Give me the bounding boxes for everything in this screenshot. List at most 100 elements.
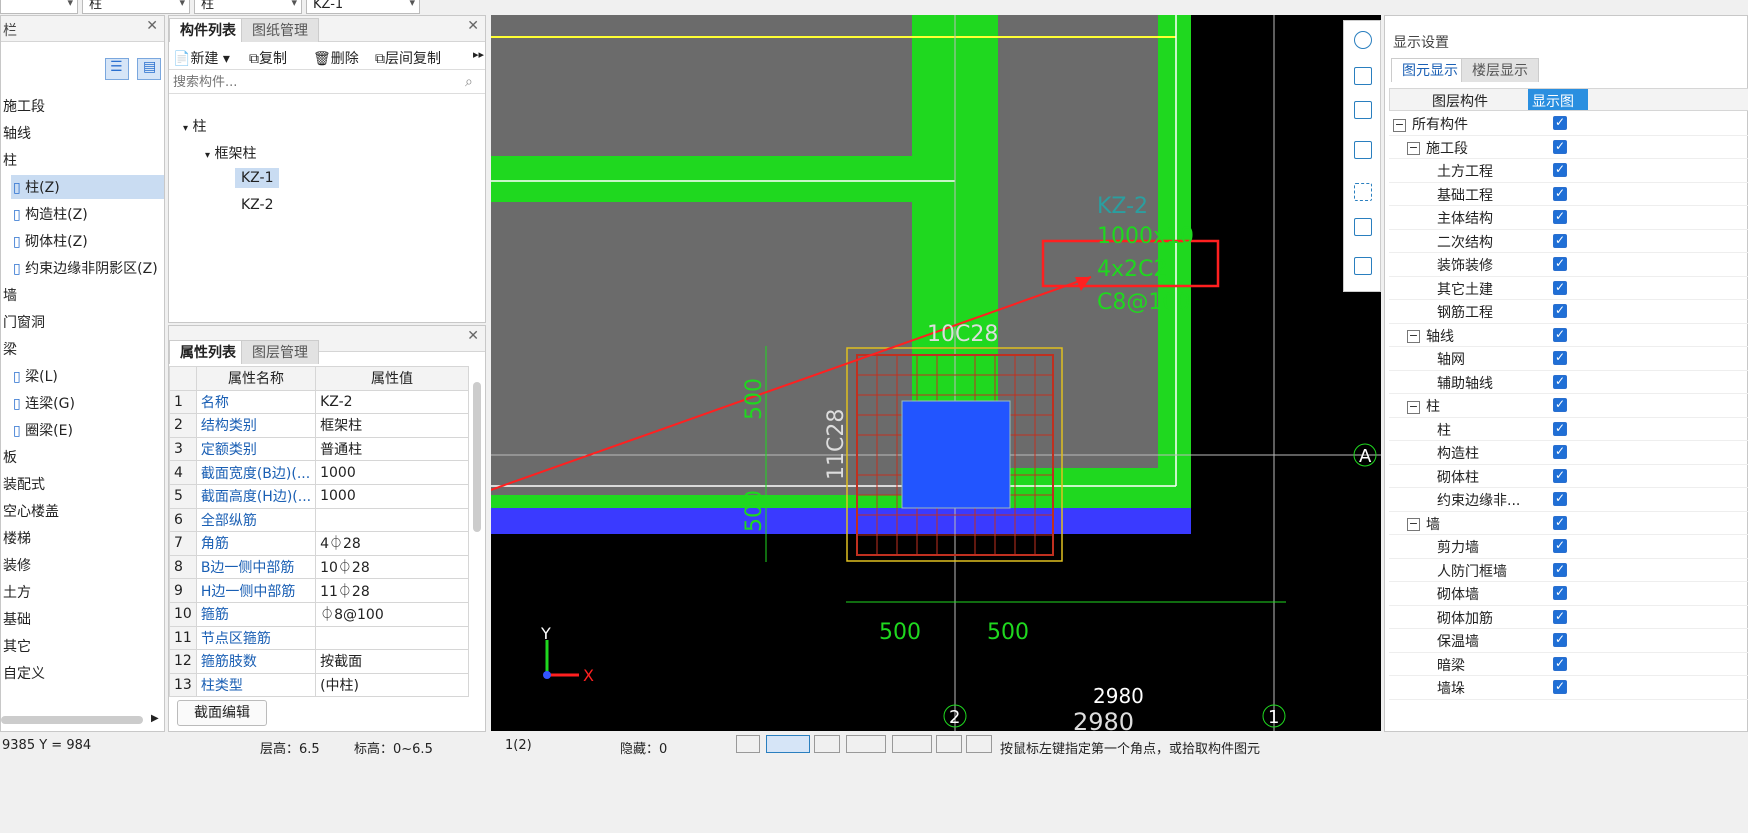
drawing-svg[interactable]: KZ-2 1000x10 4x2C2 C8@100 10C28 11C28 50… bbox=[491, 15, 1381, 731]
show-checkbox[interactable] bbox=[1553, 374, 1567, 389]
property-row[interactable]: 11 节点区箍筋 bbox=[169, 625, 469, 651]
property-row[interactable]: 5 截面高度(H边)(... 1000 bbox=[169, 483, 469, 509]
nav-item[interactable]: ▯ 构造柱(Z) bbox=[11, 202, 164, 226]
show-checkbox[interactable] bbox=[1553, 656, 1567, 671]
show-checkbox[interactable] bbox=[1553, 186, 1567, 201]
show-checkbox[interactable] bbox=[1553, 209, 1567, 224]
snap-icon[interactable] bbox=[736, 735, 760, 753]
component-item-kz2[interactable]: KZ-2 bbox=[235, 197, 279, 213]
nav-item[interactable]: ▯ 砌体柱(Z) bbox=[11, 229, 164, 253]
nav-item[interactable]: 墙 bbox=[1, 283, 19, 307]
nav-item[interactable]: 板 bbox=[1, 445, 19, 469]
show-checkbox[interactable] bbox=[1553, 444, 1567, 459]
drawing-canvas[interactable]: KZ-2 1000x10 4x2C2 C8@100 10C28 11C28 50… bbox=[491, 15, 1381, 731]
show-checkbox[interactable] bbox=[1553, 139, 1567, 154]
tab-element-display[interactable]: 图元显示 bbox=[1391, 58, 1469, 82]
cube-view-icon[interactable] bbox=[1354, 101, 1372, 119]
show-checkbox[interactable] bbox=[1553, 350, 1567, 365]
property-scrollbar[interactable] bbox=[473, 382, 481, 532]
3d-view-icon[interactable] bbox=[1354, 67, 1372, 85]
show-checkbox[interactable] bbox=[1553, 679, 1567, 694]
nav-item[interactable]: 楼梯 bbox=[1, 526, 33, 550]
component-view-icon[interactable] bbox=[1354, 218, 1372, 236]
property-value[interactable]: 框架柱 bbox=[315, 413, 469, 438]
show-checkbox[interactable] bbox=[1553, 421, 1567, 436]
property-value[interactable]: KZ-2 bbox=[315, 389, 469, 415]
solid-cube-icon[interactable] bbox=[1354, 141, 1372, 159]
property-row[interactable]: 3 定额类别 普通柱 bbox=[169, 436, 469, 462]
angle-icon[interactable] bbox=[846, 735, 886, 753]
nav-item[interactable]: 其它 bbox=[1, 634, 33, 658]
property-value[interactable]: 按截面 bbox=[315, 649, 469, 674]
scroll-right-icon[interactable]: ▶ bbox=[151, 713, 159, 724]
nav-item[interactable]: 装修 bbox=[1, 553, 33, 577]
list-view-icon[interactable]: ☰ bbox=[105, 58, 129, 80]
property-row[interactable]: 9 H边一侧中部筋 11⏀28 bbox=[169, 578, 469, 603]
show-checkbox[interactable] bbox=[1553, 256, 1567, 271]
detail-view-icon[interactable]: ▤ bbox=[137, 58, 161, 80]
zoom-extent-icon[interactable] bbox=[1354, 183, 1372, 201]
property-value[interactable] bbox=[315, 625, 469, 651]
ortho-icon[interactable] bbox=[892, 735, 932, 753]
property-row[interactable]: 6 全部纵筋 bbox=[169, 507, 469, 533]
property-row[interactable]: 1 名称 KZ-2 bbox=[169, 389, 469, 415]
nav-item[interactable]: ▯ 圈梁(E) bbox=[11, 418, 164, 442]
property-value[interactable]: 普通柱 bbox=[315, 436, 469, 462]
orbit-icon[interactable] bbox=[1354, 31, 1372, 49]
property-row[interactable]: 12 箍筋肢数 按截面 bbox=[169, 649, 469, 674]
new-button[interactable]: 📄新建 ▾ bbox=[173, 48, 230, 68]
filter-settings-icon[interactable] bbox=[1354, 257, 1372, 275]
nav-item[interactable]: 基础 bbox=[1, 607, 33, 631]
type-select[interactable]: 柱 bbox=[194, 0, 302, 14]
layer-icon[interactable] bbox=[936, 735, 962, 753]
property-value[interactable] bbox=[315, 507, 469, 533]
show-checkbox[interactable] bbox=[1553, 585, 1567, 600]
show-checkbox[interactable] bbox=[1553, 562, 1567, 577]
collapse-icon[interactable]: − bbox=[1407, 400, 1420, 414]
category-select[interactable]: 柱 bbox=[82, 0, 190, 14]
nav-item[interactable]: 空心楼盖 bbox=[1, 499, 61, 523]
nav-item[interactable]: 土方 bbox=[1, 580, 33, 604]
property-value[interactable]: 10⏀28 bbox=[315, 554, 469, 580]
tab-component-list[interactable]: 构件列表 bbox=[169, 18, 247, 42]
property-value[interactable]: 11⏀28 bbox=[315, 578, 469, 603]
property-row[interactable]: 4 截面宽度(B边)(... 1000 bbox=[169, 460, 469, 485]
close-icon[interactable]: ✕ bbox=[467, 18, 479, 34]
tab-property-list[interactable]: 属性列表 bbox=[169, 340, 247, 364]
select-mode-icon[interactable] bbox=[766, 735, 810, 753]
floor-select[interactable] bbox=[0, 0, 78, 14]
cross-select-icon[interactable] bbox=[814, 735, 840, 753]
nav-item[interactable]: 梁 bbox=[1, 337, 19, 361]
nav-item[interactable]: ▯ 梁(L) bbox=[11, 364, 164, 388]
show-checkbox[interactable] bbox=[1553, 515, 1567, 530]
property-value[interactable]: (中柱) bbox=[315, 672, 469, 698]
nav-item[interactable]: ▯ 连梁(G) bbox=[11, 391, 164, 415]
show-checkbox[interactable] bbox=[1553, 397, 1567, 412]
show-checkbox[interactable] bbox=[1553, 491, 1567, 506]
close-icon[interactable]: ✕ bbox=[467, 328, 479, 344]
tree-group[interactable]: ▾ 框架柱 bbox=[205, 143, 256, 163]
property-value[interactable]: 1000 bbox=[315, 460, 469, 485]
tab-floor-display[interactable]: 楼层显示 bbox=[1461, 58, 1539, 82]
tree-root[interactable]: ▾ 柱 bbox=[183, 116, 206, 136]
property-value[interactable]: 4⏀28 bbox=[315, 531, 469, 556]
show-checkbox[interactable] bbox=[1553, 162, 1567, 177]
nav-scrollbar[interactable] bbox=[1, 716, 143, 724]
search-input[interactable] bbox=[169, 72, 485, 94]
floor-copy-button[interactable]: ⧉层间复制 bbox=[375, 48, 441, 68]
property-row[interactable]: 13 柱类型 (中柱) bbox=[169, 672, 469, 698]
nav-item[interactable]: 门窗洞 bbox=[1, 310, 47, 334]
collapse-icon[interactable]: − bbox=[1407, 330, 1420, 343]
show-checkbox[interactable] bbox=[1553, 303, 1567, 318]
copy-button[interactable]: ⧉复制 bbox=[249, 48, 287, 68]
component-select[interactable]: KZ-1 bbox=[306, 0, 420, 14]
arc-icon[interactable] bbox=[966, 735, 992, 753]
show-checkbox[interactable] bbox=[1553, 468, 1567, 483]
nav-item[interactable]: ▯ 约束边缘非阴影区(Z) bbox=[11, 256, 164, 280]
tab-drawing-management[interactable]: 图纸管理 bbox=[241, 18, 319, 42]
property-value[interactable]: 1000 bbox=[315, 483, 469, 509]
nav-item[interactable]: 柱 bbox=[1, 148, 19, 172]
property-row[interactable]: 7 角筋 4⏀28 bbox=[169, 531, 469, 556]
nav-item[interactable]: 施工段 bbox=[1, 94, 47, 118]
nav-item[interactable]: ▯ 柱(Z) bbox=[11, 175, 164, 199]
